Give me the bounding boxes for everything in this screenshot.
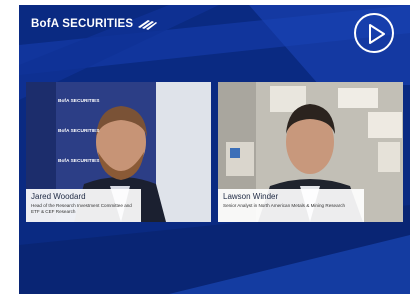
speaker-video-panel-2: Lawson Winder Senior Analyst in North Am… bbox=[218, 82, 403, 222]
speaker-caption-1: Jared Woodard Head of the Research Inves… bbox=[26, 189, 141, 222]
speaker-title-1: Head of the Research Investment Committe… bbox=[31, 203, 132, 214]
speaker-name-1: Jared Woodard bbox=[31, 192, 86, 201]
speaker-video-panel-1: BofA SECURITIES BofA SECURITIES BofA SEC… bbox=[26, 82, 211, 222]
play-icon bbox=[369, 24, 385, 44]
video-frame[interactable]: BofA SECURITIES BofA SECURITIES BofA SEC bbox=[19, 5, 410, 294]
speaker-name-2: Lawson Winder bbox=[223, 192, 279, 201]
brand-text: BofA SECURITIES bbox=[31, 18, 134, 30]
speaker-title-2: Senior Analyst in North American Metals … bbox=[223, 203, 346, 208]
backdrop-logo-text-2: BofA SECURITIES bbox=[58, 129, 100, 134]
backdrop-logo-text-3: BofA SECURITIES bbox=[58, 159, 100, 164]
bofa-flag-icon bbox=[138, 20, 158, 30]
backdrop-logo-text: BofA SECURITIES bbox=[58, 99, 100, 104]
play-button[interactable] bbox=[354, 13, 394, 53]
brand-logo: BofA SECURITIES bbox=[31, 18, 158, 30]
speaker-caption-2: Lawson Winder Senior Analyst in North Am… bbox=[218, 189, 364, 222]
